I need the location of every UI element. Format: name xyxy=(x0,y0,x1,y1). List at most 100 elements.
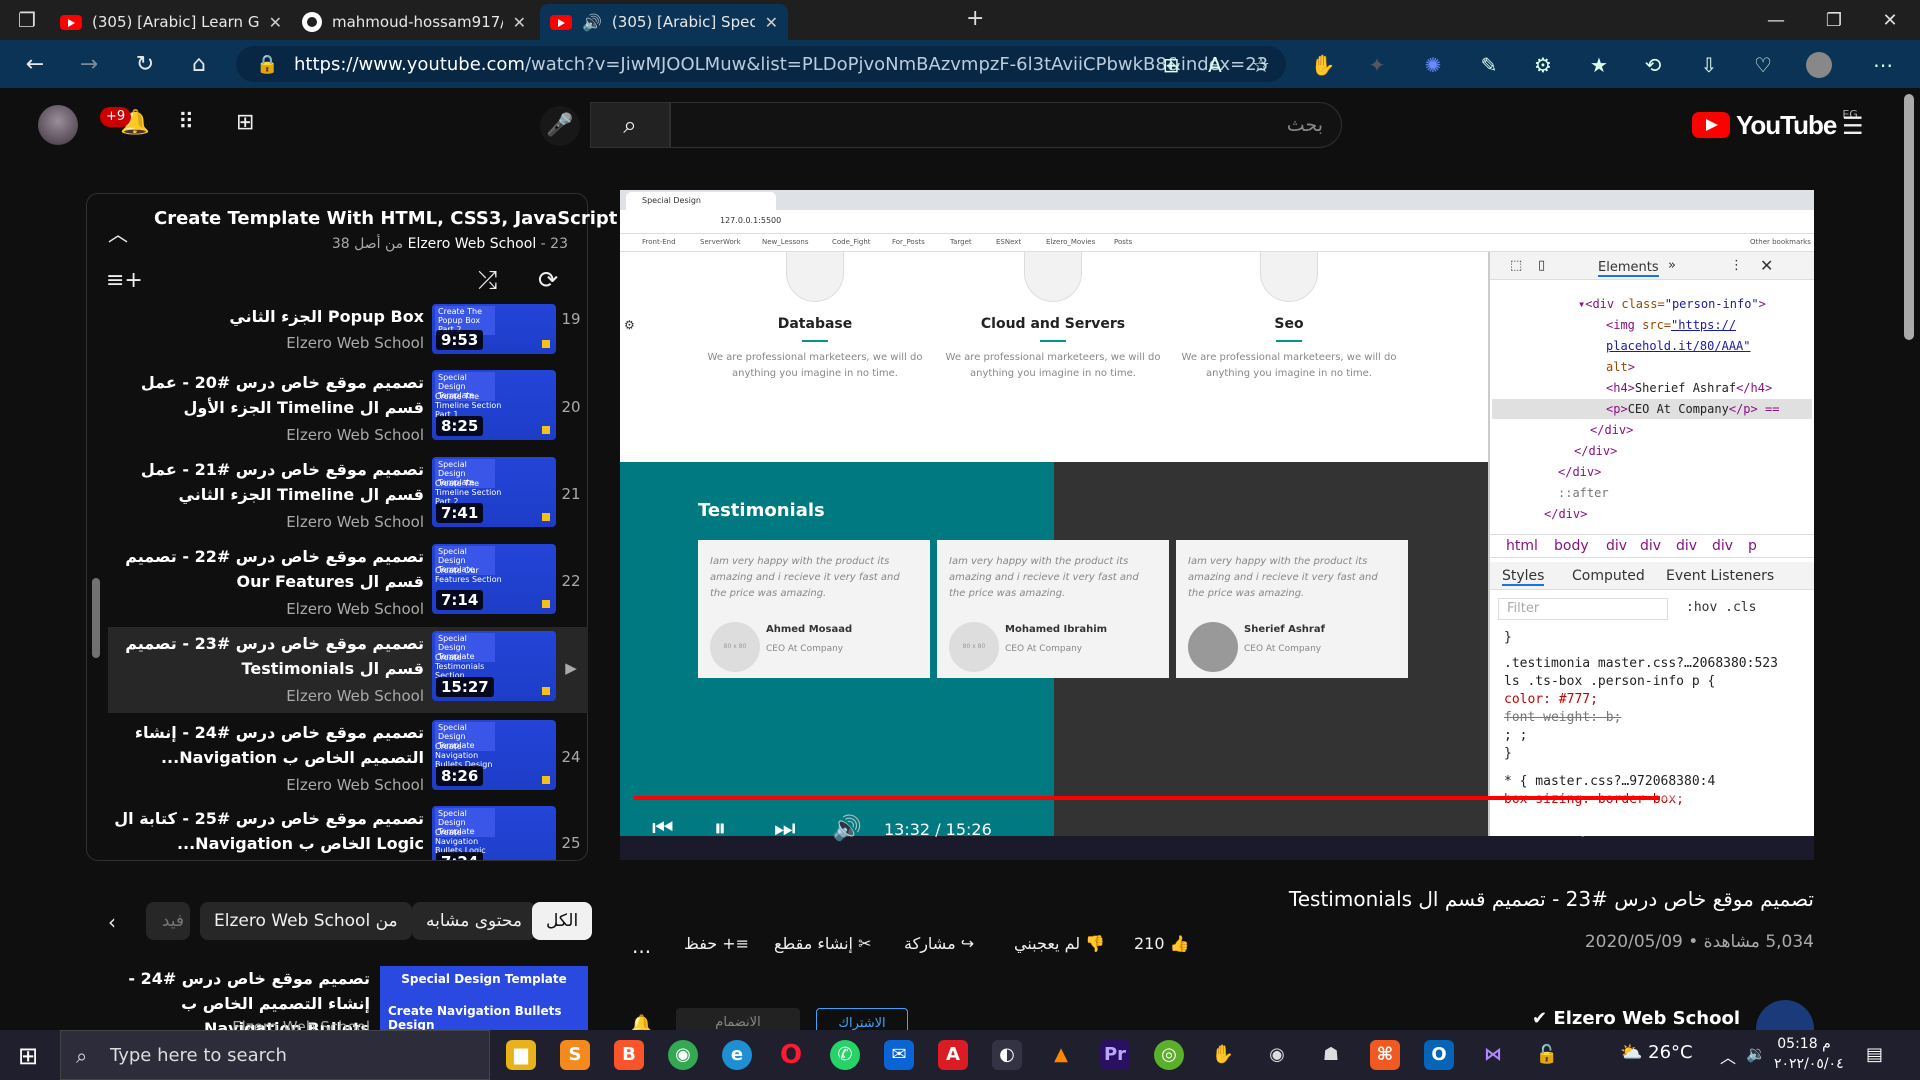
postman-icon[interactable]: ⌘ xyxy=(1370,1040,1400,1070)
davinci-icon[interactable]: ◐ xyxy=(992,1040,1022,1070)
collapse-chevron-icon[interactable]: ︿ xyxy=(108,218,128,247)
shuffle-icon[interactable]: ⤮ xyxy=(478,266,497,294)
sublime-icon[interactable]: S xyxy=(560,1040,590,1070)
brave-icon[interactable]: B xyxy=(614,1040,644,1070)
next-icon[interactable]: ⏭ xyxy=(774,814,796,842)
browser-tab-active[interactable]: 🔊 (305) [Arabic] Special Templ ✕ xyxy=(540,4,788,40)
playlist-item[interactable]: Special Design Template Create Our Featur… xyxy=(108,544,588,630)
home-icon[interactable]: ⌂ xyxy=(184,50,214,80)
playlist-item[interactable]: Create The Popup Box Part 29:53 Popup Bo… xyxy=(108,304,588,362)
theater-mode-icon[interactable]: ▭ xyxy=(1692,814,1711,838)
downloads-icon[interactable]: ⇩ xyxy=(1696,52,1722,78)
favorite-star-icon[interactable]: ☆ xyxy=(1248,52,1274,78)
tray-volume-icon[interactable]: 🔉 xyxy=(1746,1044,1766,1063)
clip-button[interactable]: ✂ إنشاء مقطع xyxy=(774,934,871,953)
previous-icon[interactable]: ⏮ xyxy=(652,814,674,842)
spy-icon[interactable]: ☗ xyxy=(1316,1040,1346,1070)
close-tab-icon[interactable]: ✕ xyxy=(513,13,526,32)
volume-icon[interactable]: 🔊 xyxy=(832,814,862,842)
playlist-item[interactable]: Special Design Template Create Navigation… xyxy=(108,806,588,860)
voice-search-mic-icon[interactable]: 🎤 xyxy=(540,106,580,146)
chip-from-channel[interactable]: من Elzero Web School xyxy=(200,902,412,940)
taskbar-clock[interactable]: 05:18 م ٢٠٢٢/٠٥/٠٤ xyxy=(1774,1034,1844,1074)
playlist-channel[interactable]: Elzero Web School xyxy=(408,236,537,252)
extension-gear-icon[interactable]: ✺ xyxy=(1420,52,1446,78)
extension-bolt-icon[interactable]: ✦ xyxy=(1364,52,1390,78)
browser-essentials-icon[interactable]: ♡ xyxy=(1750,52,1776,78)
chip-related[interactable]: محتوى مشابه xyxy=(412,902,536,940)
fullscreen-icon[interactable]: ⛶ xyxy=(1752,814,1766,838)
settings-hd-icon[interactable]: ⚙ xyxy=(1572,814,1594,842)
tab-actions-icon[interactable]: ❐ xyxy=(18,8,36,32)
playlist-scrollbar[interactable] xyxy=(92,578,100,658)
settings-more-icon[interactable]: ⋯ xyxy=(1870,52,1896,78)
chips-back-chevron-icon[interactable]: ‹ xyxy=(108,910,116,934)
share-button[interactable]: ↪ مشاركة xyxy=(904,934,974,953)
extensions-puzzle-icon[interactable]: ⚙ xyxy=(1530,52,1556,78)
like-button[interactable]: 👍 210 xyxy=(1134,934,1190,953)
close-tab-icon[interactable]: ✕ xyxy=(765,13,778,32)
read-aloud-icon[interactable]: A xyxy=(1202,52,1228,78)
playlist-item[interactable]: Special Design Template Create The Timeli… xyxy=(108,457,588,543)
subtitles-icon[interactable]: ▭ xyxy=(1512,814,1531,838)
playlist-item-current[interactable]: Special Design Template Create Testimonia… xyxy=(108,627,588,713)
loop-icon[interactable]: ⟳ xyxy=(538,266,558,294)
browser-tab[interactable]: mahmoud-hossam917/Research ✕ xyxy=(292,4,536,40)
recommended-thumbnail[interactable]: Special Design Template Create Navigatio… xyxy=(380,966,588,1030)
vlc-icon[interactable]: ▲ xyxy=(1046,1040,1076,1070)
vpn-lock-icon[interactable]: 🔓 xyxy=(1532,1040,1562,1070)
account-avatar[interactable] xyxy=(38,105,78,145)
page-scrollbar[interactable] xyxy=(1904,94,1914,340)
edge-icon[interactable]: e xyxy=(722,1040,752,1070)
miniplayer-icon[interactable]: ⧉ xyxy=(1632,814,1646,838)
history-icon[interactable]: ⟲ xyxy=(1640,52,1666,78)
windows-start-icon[interactable]: ⊞ xyxy=(18,1042,44,1070)
extension-red-icon[interactable]: ✋ xyxy=(1310,52,1336,78)
obs-icon[interactable]: ◉ xyxy=(1262,1040,1292,1070)
browser-tab[interactable]: (305) [Arabic] Learn Git & GitHub ✕ xyxy=(50,4,292,40)
action-center-icon[interactable]: ▤ xyxy=(1866,1044,1883,1065)
adobe-icon[interactable]: A xyxy=(938,1040,968,1070)
back-icon[interactable]: ← xyxy=(20,50,50,80)
mail-icon[interactable]: ✉ xyxy=(884,1040,914,1070)
profile-avatar-icon[interactable] xyxy=(1806,52,1832,78)
outlook-icon[interactable]: O xyxy=(1424,1040,1454,1070)
dislike-button[interactable]: 👎 لم يعجبني xyxy=(1014,934,1105,953)
chip-partial[interactable]: فيد xyxy=(146,902,190,940)
save-button[interactable]: ≡+ حفظ xyxy=(684,934,749,953)
close-tab-icon[interactable]: ✕ xyxy=(269,13,282,32)
url-text[interactable]: https://www.youtube.com/watch?v=JiwMJOOL… xyxy=(294,54,1268,75)
search-button-icon[interactable]: ⌕ xyxy=(590,102,670,148)
android-icon[interactable]: ◎ xyxy=(1154,1040,1184,1070)
guide-menu-icon[interactable]: ☰ xyxy=(1842,112,1864,140)
new-tab-icon[interactable]: + xyxy=(966,6,984,31)
file-explorer-icon[interactable]: ▆ xyxy=(506,1040,536,1070)
restore-icon[interactable]: ❐ xyxy=(1806,0,1862,40)
youtube-logo[interactable]: YouTube EG xyxy=(1692,108,1858,142)
lock-icon[interactable]: 🔒 xyxy=(256,54,278,75)
video-progress-fill[interactable] xyxy=(634,796,1661,800)
extension-pen-icon[interactable]: ✎ xyxy=(1476,52,1502,78)
tray-chevron-icon[interactable]: ︿ xyxy=(1720,1044,1736,1068)
chrome-icon[interactable]: ◉ xyxy=(668,1040,698,1070)
refresh-icon[interactable]: ↻ xyxy=(130,50,160,80)
apps-grid-icon[interactable]: ⠿ xyxy=(178,110,194,135)
app-available-icon[interactable]: ⊞ xyxy=(1158,52,1184,78)
playlist-item[interactable]: Special Design Template Create The Timeli… xyxy=(108,370,588,456)
search-input[interactable]: بحث xyxy=(670,102,1342,148)
favorites-icon[interactable]: ★ xyxy=(1586,52,1612,78)
save-playlist-icon[interactable]: ≡+ xyxy=(106,268,143,293)
speaker-icon[interactable]: 🔊 xyxy=(582,13,602,32)
whatsapp-icon[interactable]: ✆ xyxy=(830,1040,860,1070)
bloody-icon[interactable]: ✋ xyxy=(1208,1040,1238,1070)
playlist-item[interactable]: Special Design Template Create Navigation… xyxy=(108,720,588,806)
minimize-icon[interactable]: — xyxy=(1748,0,1804,40)
more-actions-icon[interactable]: ... xyxy=(632,934,651,958)
opera-icon[interactable]: O xyxy=(776,1040,806,1070)
create-video-icon[interactable]: ⊞ xyxy=(236,110,254,135)
close-window-icon[interactable]: ✕ xyxy=(1862,0,1918,40)
weather-widget[interactable]: ⛅ 26°C xyxy=(1620,1042,1693,1063)
forward-icon[interactable]: → xyxy=(74,50,104,80)
visual-studio-icon[interactable]: ⋈ xyxy=(1478,1040,1508,1070)
pause-icon[interactable]: ⏸ xyxy=(714,814,726,842)
